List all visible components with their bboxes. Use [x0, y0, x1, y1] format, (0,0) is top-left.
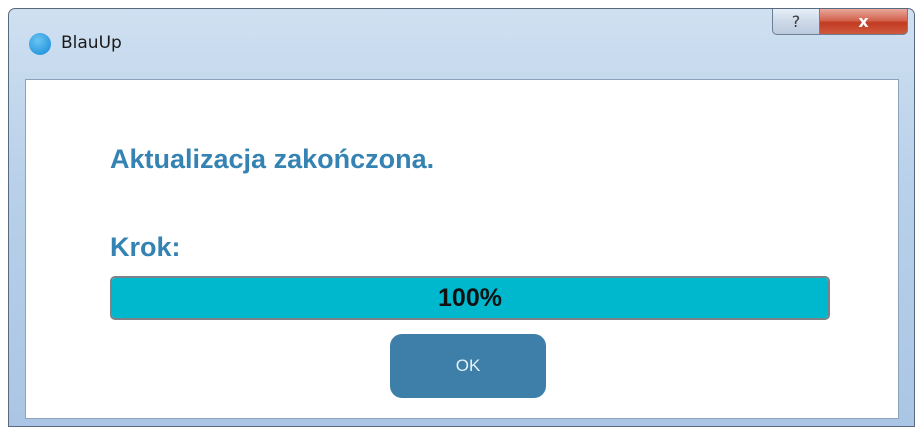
dialog-content: Aktualizacja zakończona. Krok: 100% OK [25, 79, 899, 419]
progress-text: 100% [438, 283, 502, 312]
help-button[interactable]: ? [772, 9, 820, 35]
app-icon [29, 33, 51, 55]
caption-buttons: ? x [772, 9, 908, 36]
window-title: BlauUp [61, 33, 122, 53]
ok-button[interactable]: OK [390, 334, 546, 398]
title-bar[interactable]: BlauUp ? x [9, 9, 914, 79]
dialog-window: BlauUp ? x Aktualizacja zakończona. Krok… [8, 8, 915, 427]
progress-bar: 100% [110, 276, 830, 320]
help-icon: ? [791, 12, 801, 31]
step-label: Krok: [110, 232, 181, 262]
close-button[interactable]: x [820, 9, 908, 35]
close-icon: x [858, 12, 869, 31]
status-heading: Aktualizacja zakończona. [110, 144, 435, 174]
